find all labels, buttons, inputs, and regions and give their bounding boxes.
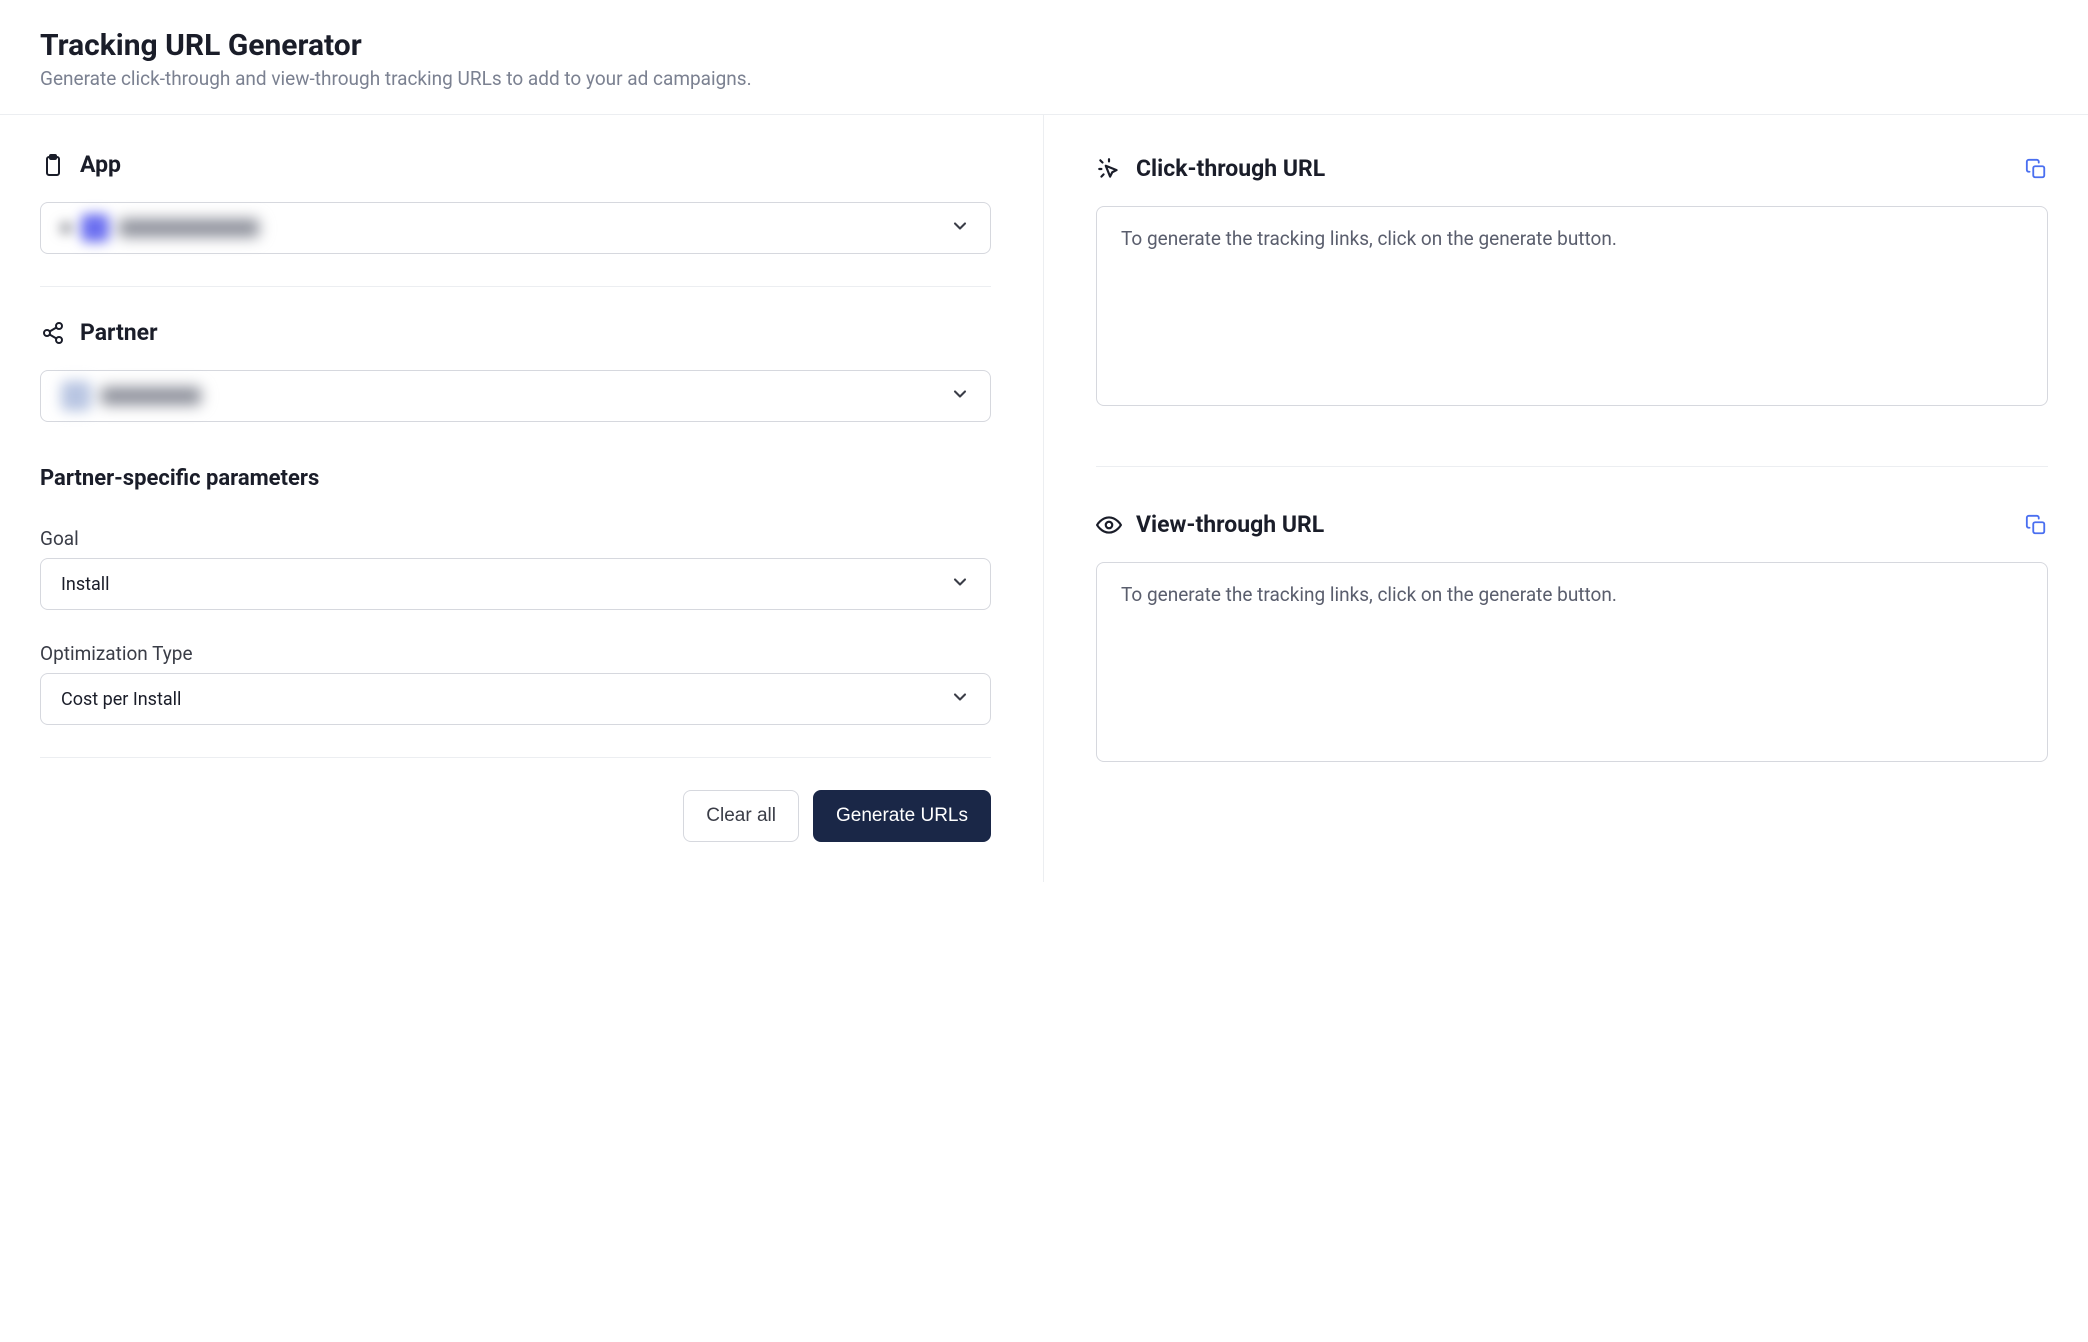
view-through-output[interactable]: To generate the tracking links, click on… — [1096, 562, 2048, 762]
view-through-header: View-through URL — [1096, 511, 2048, 538]
click-through-section: Click-through URL To generate the tracki… — [1096, 155, 2048, 406]
partner-label: Partner — [80, 319, 158, 346]
app-select-value — [61, 214, 950, 242]
chevron-down-icon — [950, 384, 970, 409]
view-through-title: View-through URL — [1136, 511, 1324, 538]
optimization-value: Cost per Install — [61, 689, 950, 710]
share-icon — [40, 320, 66, 346]
button-row: Clear all Generate URLs — [40, 790, 991, 842]
optimization-label: Optimization Type — [40, 642, 991, 665]
app-label: App — [80, 151, 121, 178]
page-header: Tracking URL Generator Generate click-th… — [0, 0, 2088, 115]
goal-label: Goal — [40, 527, 991, 550]
click-through-output[interactable]: To generate the tracking links, click on… — [1096, 206, 2048, 406]
click-through-title: Click-through URL — [1136, 155, 1325, 182]
goal-value: Install — [61, 574, 950, 595]
partner-select-value — [61, 381, 950, 411]
partner-select[interactable] — [40, 370, 991, 422]
app-select[interactable] — [40, 202, 991, 254]
chevron-down-icon — [950, 572, 970, 597]
chevron-down-icon — [950, 216, 970, 241]
cursor-click-icon — [1096, 156, 1122, 182]
form-panel: App Partner — [0, 115, 1044, 882]
optimization-select[interactable]: Cost per Install — [40, 673, 991, 725]
click-through-placeholder: To generate the tracking links, click on… — [1121, 227, 1617, 250]
page-title: Tracking URL Generator — [40, 28, 2048, 63]
output-panel: Click-through URL To generate the tracki… — [1044, 115, 2088, 882]
view-through-section: View-through URL To generate the trackin… — [1096, 511, 2048, 762]
app-section-header: App — [40, 151, 991, 178]
divider — [1096, 466, 2048, 467]
click-through-header: Click-through URL — [1096, 155, 2048, 182]
clear-all-button[interactable]: Clear all — [683, 790, 799, 842]
eye-icon — [1096, 512, 1122, 538]
goal-field: Goal Install — [40, 527, 991, 610]
partner-section-header: Partner — [40, 319, 991, 346]
view-through-placeholder: To generate the tracking links, click on… — [1121, 583, 1617, 606]
goal-select[interactable]: Install — [40, 558, 991, 610]
clipboard-icon — [40, 152, 66, 178]
content-area: App Partner — [0, 115, 2088, 882]
chevron-down-icon — [950, 687, 970, 712]
params-title: Partner-specific parameters — [40, 466, 991, 491]
divider — [40, 757, 991, 758]
copy-view-url-button[interactable] — [2024, 513, 2048, 537]
page-subtitle: Generate click-through and view-through … — [40, 67, 2048, 90]
params-section: Partner-specific parameters Goal Install… — [40, 466, 991, 725]
divider — [40, 286, 991, 287]
generate-urls-button[interactable]: Generate URLs — [813, 790, 991, 842]
optimization-field: Optimization Type Cost per Install — [40, 642, 991, 725]
copy-click-url-button[interactable] — [2024, 157, 2048, 181]
